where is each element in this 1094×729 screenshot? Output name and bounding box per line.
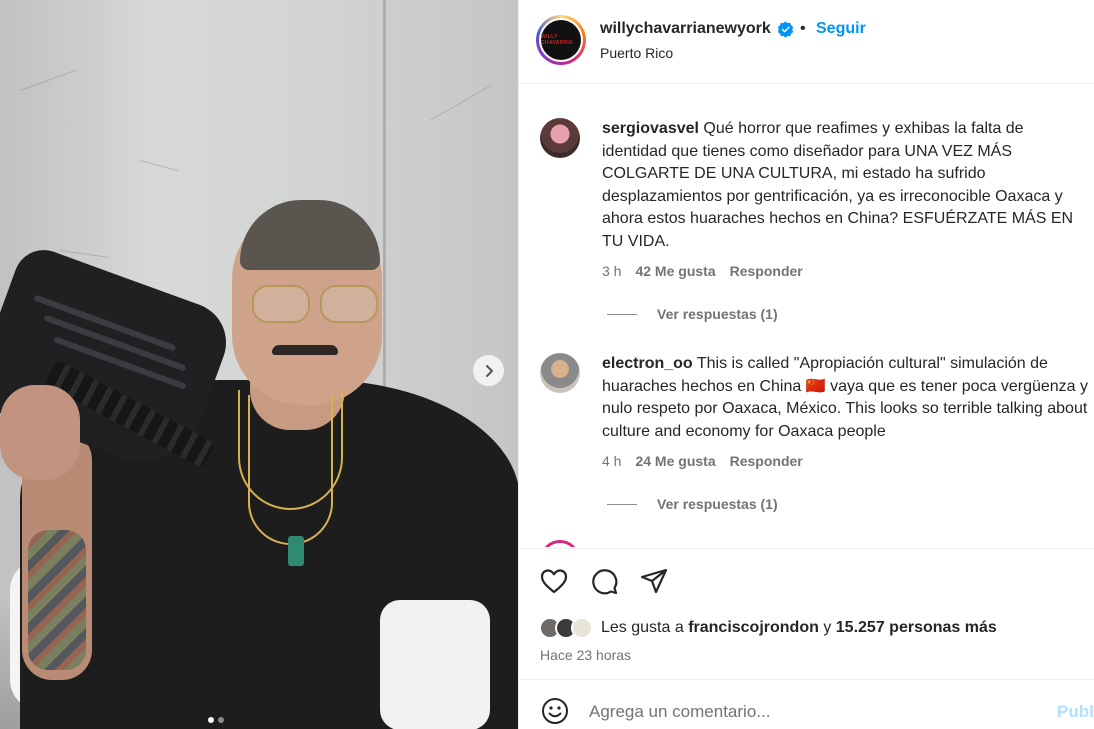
comment-meta: 4 h 24 Me gusta Responder xyxy=(602,453,803,469)
replies-divider xyxy=(607,503,637,505)
comment-bubble-icon[interactable] xyxy=(589,566,619,596)
view-replies-button[interactable]: Ver respuestas (1) xyxy=(607,306,778,322)
verified-badge-icon xyxy=(777,21,794,38)
avatar-logo-text: WILLY CHAVARRIA xyxy=(541,34,573,46)
view-replies-label: Ver respuestas (1) xyxy=(657,306,778,322)
likes-prefix: Les gusta a xyxy=(601,619,684,636)
commenter-avatar[interactable] xyxy=(540,118,580,158)
comment-likes[interactable]: 24 Me gusta xyxy=(635,453,715,469)
commenter-avatar[interactable] xyxy=(540,353,580,393)
comments-list[interactable]: sergiovasvel Qué horror que reafimes y e… xyxy=(519,85,1094,547)
comment-time[interactable]: 3 h xyxy=(602,263,621,279)
wall-crack xyxy=(139,160,179,172)
carousel-next-button[interactable] xyxy=(473,355,504,386)
post-side-panel: WILLY CHAVARRIA willychavarrianewyork • … xyxy=(518,0,1094,729)
author-avatar[interactable]: WILLY CHAVARRIA xyxy=(536,15,586,65)
likes-joiner: y xyxy=(823,619,832,636)
heart-icon[interactable] xyxy=(539,566,569,596)
white-sleeve-right xyxy=(380,600,490,729)
author-username[interactable]: willychavarrianewyork xyxy=(600,20,771,38)
view-replies-button[interactable]: Ver respuestas (1) xyxy=(607,496,778,512)
chevron-right-icon xyxy=(485,364,493,377)
carousel-dots xyxy=(208,717,224,723)
smiley-icon[interactable] xyxy=(540,696,570,726)
hand xyxy=(0,385,80,480)
comment-meta: 3 h 42 Me gusta Responder xyxy=(602,263,803,279)
post-photo xyxy=(0,0,518,729)
glasses-right-lens xyxy=(320,285,378,323)
comment-likes[interactable]: 42 Me gusta xyxy=(635,263,715,279)
wall-crack xyxy=(429,85,491,121)
moustache xyxy=(272,345,338,355)
comment-input[interactable] xyxy=(589,694,1039,729)
green-pendant xyxy=(288,536,304,566)
add-comment-bar: Publicar xyxy=(519,679,1094,729)
sleeve-tattoo xyxy=(28,530,86,670)
next-commenter-avatar[interactable] xyxy=(540,540,580,547)
carousel-dot[interactable] xyxy=(218,717,224,723)
comment-username[interactable]: sergiovasvel xyxy=(602,120,699,137)
glasses-left-lens xyxy=(252,285,310,323)
post-time[interactable]: Hace 23 horas xyxy=(540,647,631,663)
reply-button[interactable]: Responder xyxy=(730,453,803,469)
comment-body: electron_oo This is called "Apropiación … xyxy=(602,353,1088,443)
post-header: WILLY CHAVARRIA willychavarrianewyork • … xyxy=(519,0,1094,84)
liked-by-username[interactable]: franciscojrondon xyxy=(688,619,819,637)
comment-text: Qué horror que reafimes y exhibas la fal… xyxy=(602,120,1074,250)
gold-chain xyxy=(248,395,333,545)
post-location[interactable]: Puerto Rico xyxy=(600,45,673,61)
comment-body: sergiovasvel Qué horror que reafimes y e… xyxy=(602,118,1088,253)
others-likes-count[interactable]: 15.257 personas más xyxy=(836,619,997,637)
reply-button[interactable]: Responder xyxy=(730,263,803,279)
publish-button[interactable]: Publicar xyxy=(1057,702,1094,722)
liker-avatar[interactable] xyxy=(571,617,593,639)
comment-time[interactable]: 4 h xyxy=(602,453,621,469)
comment-username[interactable]: electron_oo xyxy=(602,355,693,372)
replies-divider xyxy=(607,313,637,315)
header-separator: • xyxy=(800,20,806,37)
likes-summary: Les gusta a franciscojrondon y 15.257 pe… xyxy=(539,617,997,639)
paper-plane-icon[interactable] xyxy=(639,566,669,596)
follow-button[interactable]: Seguir xyxy=(816,20,866,38)
post-actions: Les gusta a franciscojrondon y 15.257 pe… xyxy=(519,548,1094,678)
hair xyxy=(240,200,380,270)
liker-avatars xyxy=(539,617,593,639)
carousel-dot-active[interactable] xyxy=(208,717,214,723)
wall-crack xyxy=(19,69,77,91)
view-replies-label: Ver respuestas (1) xyxy=(657,496,778,512)
